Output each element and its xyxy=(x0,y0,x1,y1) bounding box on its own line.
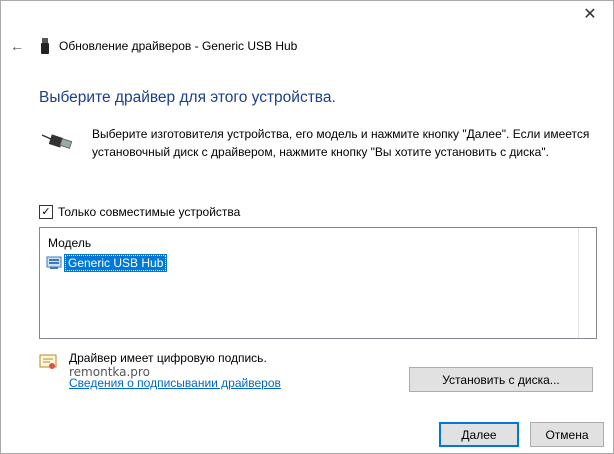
model-column-header: Модель xyxy=(48,236,92,250)
usb-device-icon xyxy=(41,38,49,54)
signing-info-link[interactable]: Сведения о подписывании драйверов xyxy=(69,376,281,390)
compatible-devices-toggle[interactable]: ✓ Только совместимые устройства xyxy=(39,205,240,219)
back-button[interactable]: ← xyxy=(7,37,27,55)
close-button[interactable]: ✕ xyxy=(575,3,605,25)
model-list[interactable]: Модель Generic USB Hub xyxy=(39,227,597,339)
close-icon: ✕ xyxy=(583,6,597,23)
cancel-button[interactable]: Отмена xyxy=(530,422,604,447)
next-button[interactable]: Далее xyxy=(439,422,519,447)
driver-update-window: ✕ ← Обновление драйверов - Generic USB H… xyxy=(0,0,614,454)
model-item-label: Generic USB Hub xyxy=(64,254,168,272)
compatible-checkbox[interactable]: ✓ xyxy=(39,205,53,219)
hardware-device-icon xyxy=(46,256,62,269)
certificate-icon xyxy=(39,354,57,369)
usb-cable-icon xyxy=(41,134,73,149)
page-heading: Выберите драйвер для этого устройства. xyxy=(39,89,336,106)
instructions-text: Выберите изготовителя устройства, его мо… xyxy=(92,127,590,159)
signature-status: Драйвер имеет цифровую подпись. xyxy=(69,351,267,365)
compatible-label: Только совместимые устройства xyxy=(58,205,241,219)
back-arrow-icon: ← xyxy=(10,38,24,54)
list-item[interactable]: Generic USB Hub xyxy=(46,254,168,272)
list-scrollbar[interactable] xyxy=(578,228,596,338)
check-icon: ✓ xyxy=(41,205,51,218)
window-title: Обновление драйверов - Generic USB Hub xyxy=(59,39,298,53)
install-from-disk-button[interactable]: Установить с диска... xyxy=(409,367,593,392)
